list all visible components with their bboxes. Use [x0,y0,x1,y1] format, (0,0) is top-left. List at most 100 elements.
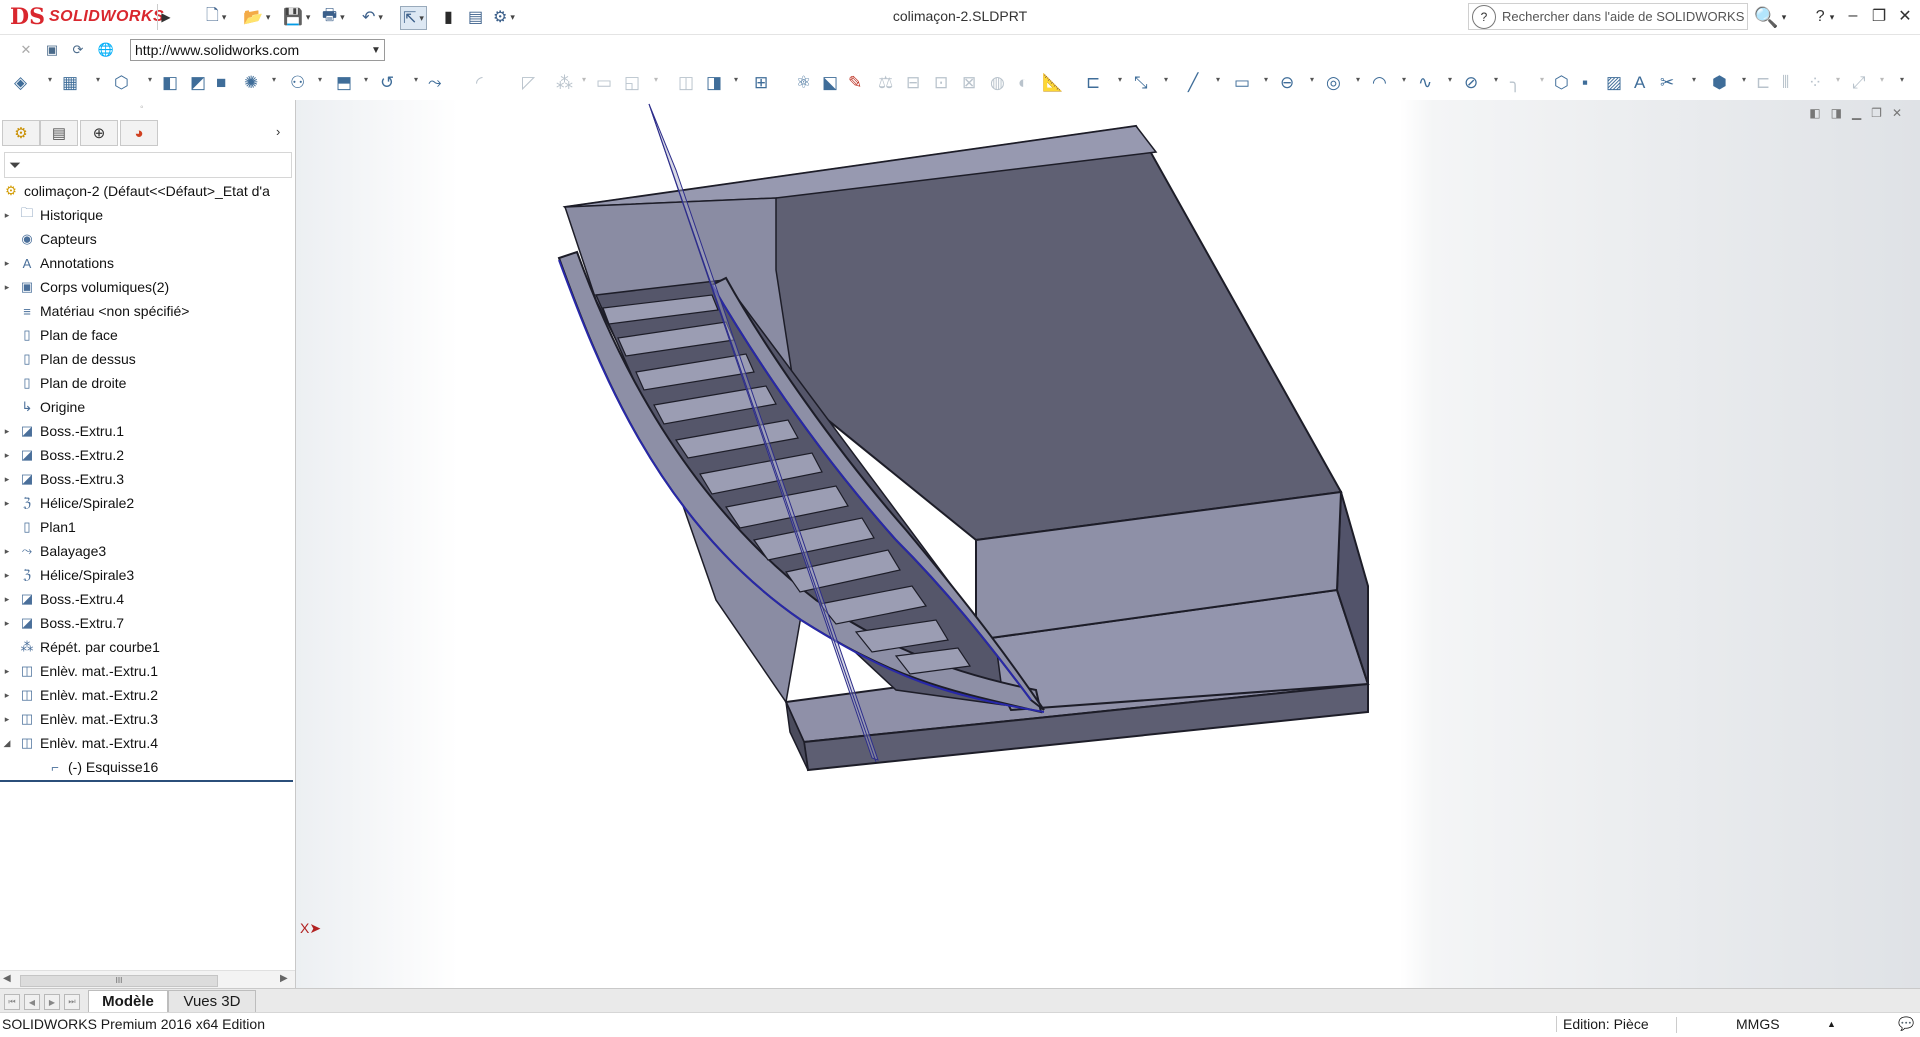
rebuild-button[interactable]: ▮ [444,6,453,28]
tree-node[interactable]: ▸ ◫ Enlèv. mat.-Extru.1 [0,660,158,682]
revolve-icon[interactable]: ↺ [380,72,394,94]
close-button[interactable]: ✕ [1892,4,1918,28]
convert-entities-icon[interactable]: ⬢ [1712,72,1727,94]
print-button[interactable]: 🖶 ▾ [322,6,345,28]
collapsed-arrow-icon[interactable]: ▸ [0,546,14,557]
collapsed-arrow-icon[interactable]: ▸ [0,666,14,677]
appearance-icon[interactable]: ✺ [244,72,258,94]
tree-node[interactable]: ◢ ◫ Enlèv. mat.-Extru.4 [0,732,158,754]
collapsed-arrow-icon[interactable]: ▸ [0,426,14,437]
collapsed-arrow-icon[interactable]: ▸ [0,258,14,269]
units-selector[interactable]: MMGS [1736,1016,1780,1032]
chevron-down-icon[interactable]: ▾ [272,75,276,84]
measure-icon[interactable]: ✎ [848,72,862,94]
draft-icon[interactable]: ◱ [624,72,640,94]
chevron-down-icon[interactable]: ▾ [96,75,100,84]
chevron-down-icon[interactable]: ▾ [654,75,658,84]
chevron-down-icon[interactable]: ▾ [1494,75,1498,84]
tree-node[interactable]: ▸ ⤳ Balayage3 [0,540,106,562]
chevron-down-icon[interactable]: ▾ [1216,75,1220,84]
restore-button[interactable]: ❐ [1866,4,1892,28]
scrollbar-thumb[interactable]: III [20,975,218,987]
select-button[interactable]: ⇱ ▾ [400,6,427,30]
graphics-area[interactable]: ◧ ◨ ▁ ❐ ✕ X➤ [296,100,1920,988]
collapsed-arrow-icon[interactable]: ▸ [0,210,14,221]
chevron-down-icon[interactable]: ▾ [1880,75,1884,84]
help-search-input[interactable]: ? Rechercher dans l'aide de SOLIDWORKS [1468,3,1748,30]
rectangle-icon[interactable]: ▭ [1234,72,1250,94]
section-view-icon[interactable]: ◩ [190,72,206,94]
curvature-icon[interactable]: ◐ [1018,72,1028,94]
chevron-down-icon[interactable]: ▾ [1310,75,1314,84]
geometry-analysis-icon[interactable]: ⊠ [962,72,976,94]
mirror-icon[interactable]: ◨ [706,72,722,94]
chevron-down-icon[interactable]: ▾ [48,75,52,84]
smart-dimension-icon[interactable]: ⤡ [1134,72,1148,94]
slot-icon[interactable]: ⊖ [1280,72,1294,94]
polygon-icon[interactable]: ⬡ [1554,72,1569,94]
tree-node[interactable]: ⌐ (-) Esquisse16 [28,756,158,778]
mass-properties-icon[interactable]: ⚖ [878,72,893,94]
shaded-icon[interactable]: ■ [216,72,226,94]
isometric-view-icon[interactable]: ⬡ [114,72,129,94]
chevron-down-icon[interactable]: ▾ [1164,75,1168,84]
tree-node[interactable]: ▸ ◪ Boss.-Extru.1 [0,420,124,442]
arc-icon[interactable]: ◠ [1372,72,1387,94]
collapsed-arrow-icon[interactable]: ▸ [0,690,14,701]
tree-node[interactable]: ▯ Plan1 [0,516,75,538]
toolbar-overflow-icon[interactable]: ▾ [1900,75,1904,84]
options-button[interactable]: ⚙ ▾ [493,6,515,28]
chevron-down-icon[interactable]: ▾ [1118,75,1122,84]
chevron-down-icon[interactable]: ▾ [148,75,152,84]
last-tab-icon[interactable]: ⏭ [64,994,80,1010]
tree-node[interactable]: ▸ A Annotations [0,252,114,274]
chevron-down-icon[interactable]: ▾ [1356,75,1360,84]
view-orientation-icon[interactable]: ◈ [14,72,27,94]
hide-show-icon[interactable]: ⚇ [290,72,305,94]
tree-root[interactable]: ⚙ colimaçon-2 (Défaut<<Défaut>_Etat d'a [0,180,270,202]
display-style-icon[interactable]: ▦ [62,72,78,94]
undo-button[interactable]: ↶ ▾ [362,6,383,28]
open-button[interactable]: 📂 ▾ [243,6,270,28]
chevron-down-icon[interactable]: ▾ [1540,75,1544,84]
status-message-icon[interactable]: 💬 [1898,1016,1914,1032]
minimize-button[interactable]: – [1840,4,1866,28]
chevron-down-icon[interactable]: ▾ [318,75,322,84]
tree-node[interactable]: ▸ ◪ Boss.-Extru.4 [0,588,124,610]
chevron-right-icon[interactable]: › [276,124,280,139]
expanded-arrow-icon[interactable]: ◢ [0,738,14,749]
file-properties-button[interactable]: ▤ [468,6,483,28]
tree-end-bar[interactable] [0,780,293,782]
feature-filter-input[interactable]: ⏷ [4,152,292,178]
chevron-down-icon[interactable]: ▾ [1836,75,1840,84]
next-tab-icon[interactable]: ▶ [44,994,60,1010]
tree-node[interactable]: ⁂ Répét. par courbe1 [0,636,160,658]
search-button[interactable]: 🔍 ▾ [1752,4,1788,30]
collapsed-arrow-icon[interactable]: ▸ [0,594,14,605]
offset-entities-icon[interactable]: ⊏ [1756,72,1770,94]
tab-3d-views[interactable]: Vues 3D [168,990,256,1013]
tree-node[interactable]: ▸ ◫ Enlèv. mat.-Extru.3 [0,708,158,730]
tree-node[interactable]: ▸ ℨ Hélice/Spirale3 [0,564,134,586]
3d-model-view[interactable] [296,100,1920,988]
check-icon[interactable]: ⊡ [934,72,948,94]
chevron-down-icon[interactable]: ▾ [414,75,418,84]
new-document-button[interactable]: 🗋 ▾ [206,6,226,28]
url-dropdown-button[interactable]: ▼ [368,40,384,60]
stop-icon[interactable]: ✕ [16,40,36,60]
tree-node[interactable]: ▸ 🗀 Historique [0,204,103,226]
prev-tab-icon[interactable]: ◀ [24,994,40,1010]
globe-icon[interactable]: 🌐 [96,40,116,60]
extruded-boss-icon[interactable]: ⬒ [336,72,352,94]
save-button[interactable]: 💾 ▾ [283,6,310,28]
tree-node[interactable]: ▸ ℨ Hélice/Spirale2 [0,492,134,514]
tree-node[interactable]: ▯ Plan de droite [0,372,126,394]
text-icon[interactable]: A [1634,72,1645,94]
point-icon[interactable]: ▪ [1582,72,1588,94]
url-input[interactable]: http://www.solidworks.com [130,39,385,61]
fillet-icon[interactable]: ◜ [476,72,483,94]
tab-property-manager[interactable]: ▤ [40,120,78,146]
plane-sketch-icon[interactable]: ▨ [1606,72,1622,94]
feature-tree-scrollbar[interactable]: ◀ III ▶ [0,970,295,989]
first-tab-icon[interactable]: ⏮ [4,994,20,1010]
